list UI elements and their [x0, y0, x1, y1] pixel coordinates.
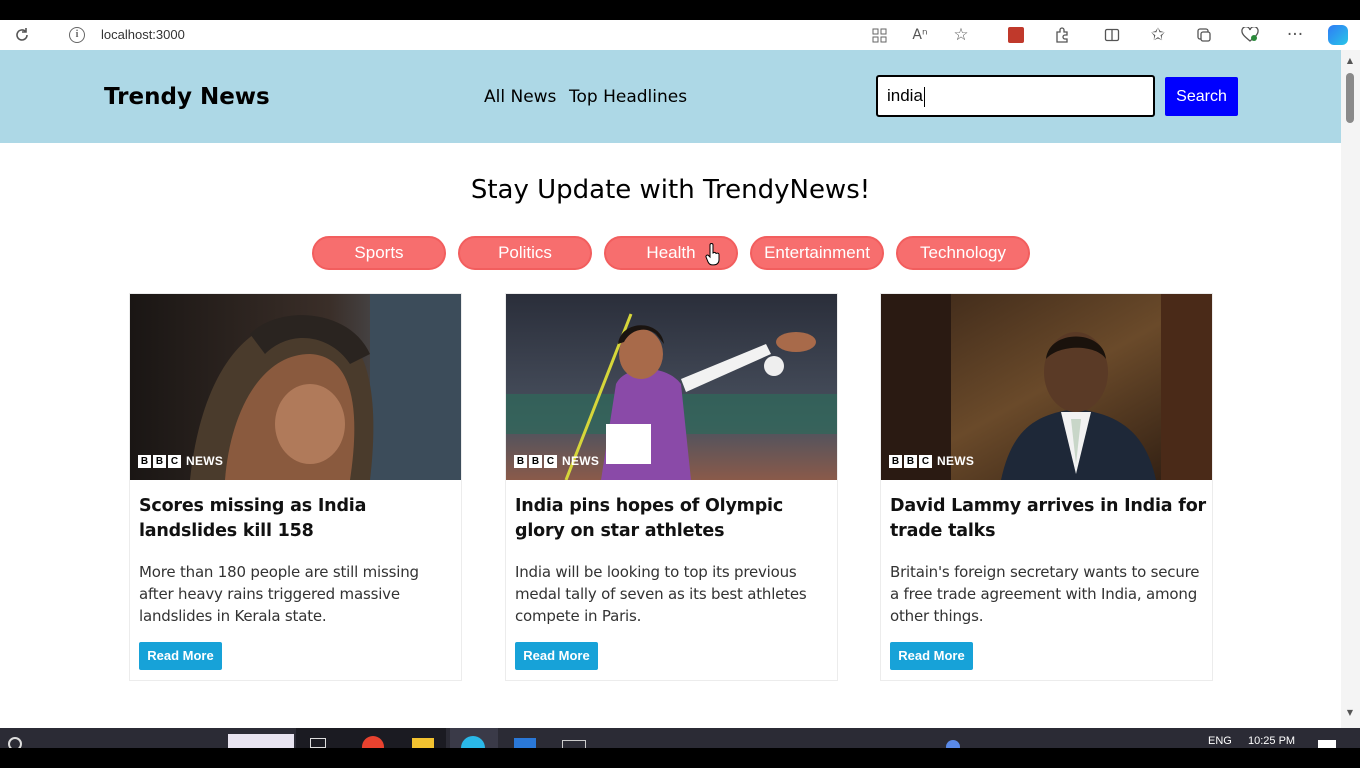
category-politics[interactable]: Politics	[458, 236, 592, 270]
news-card: B B C NEWS India pins hopes of Olympic glor…	[505, 293, 838, 681]
category-technology[interactable]: Technology	[896, 236, 1030, 270]
hand-cursor-icon	[705, 243, 720, 266]
scroll-thumb[interactable]	[1346, 73, 1354, 123]
copilot-icon[interactable]	[1324, 20, 1352, 50]
news-image-lammy[interactable]: B B C NEWS	[881, 294, 1212, 480]
bbc-news-logo: B B C NEWS	[514, 454, 599, 468]
card-description: Britain's foreign secretary wants to sec…	[890, 563, 1200, 625]
search-input[interactable]: india	[876, 75, 1155, 117]
news-image-javelin[interactable]: B B C NEWS	[506, 294, 837, 480]
read-more-button[interactable]: Read More	[515, 642, 598, 670]
reload-icon[interactable]	[8, 20, 36, 50]
search-input-value: india	[887, 86, 923, 105]
language-indicator[interactable]: ENG	[1208, 735, 1232, 747]
task-view-icon[interactable]	[310, 738, 326, 748]
category-sports[interactable]: Sports	[312, 236, 446, 270]
terminal-icon[interactable]	[562, 740, 586, 748]
weather-icon[interactable]	[946, 740, 960, 748]
search-icon[interactable]	[8, 737, 22, 748]
search-button[interactable]: Search	[1165, 77, 1238, 116]
news-card: B B C NEWS David Lammy arrives in India for…	[880, 293, 1213, 681]
card-description: India will be looking to top its previou…	[515, 563, 807, 625]
vscode-icon[interactable]	[514, 738, 536, 748]
app-available-icon[interactable]	[865, 20, 893, 50]
scroll-down-arrow-icon[interactable]: ▼	[1344, 708, 1356, 717]
read-more-button[interactable]: Read More	[890, 642, 973, 670]
browser-toolbar: i localhost:3000 Aⁿ ☆ ✩ ···	[0, 20, 1360, 50]
split-screen-icon[interactable]	[1098, 20, 1126, 50]
brand-logo[interactable]: Trendy News	[104, 84, 270, 110]
navbar: Trendy News All News Top Headlines india…	[0, 50, 1341, 143]
page-viewport: Trendy News All News Top Headlines india…	[0, 50, 1341, 728]
extensions-icon[interactable]	[1048, 20, 1076, 50]
more-menu-icon[interactable]: ···	[1281, 20, 1309, 50]
address-bar[interactable]: localhost:3000	[101, 20, 185, 50]
card-description: More than 180 people are still missing a…	[139, 563, 419, 625]
site-info-icon[interactable]: i	[63, 20, 91, 50]
card-title: India pins hopes of Olympic glory on sta…	[515, 496, 784, 541]
category-entertainment[interactable]: Entertainment	[750, 236, 884, 270]
read-more-button[interactable]: Read More	[139, 642, 222, 670]
scroll-up-arrow-icon[interactable]: ▲	[1344, 56, 1356, 65]
nav-top-headlines[interactable]: Top Headlines	[569, 87, 687, 107]
page-heading: Stay Update with TrendyNews!	[470, 175, 871, 205]
card-title: David Lammy arrives in India for trade t…	[890, 496, 1206, 541]
windows-taskbar: ENG 10:25 PM	[0, 728, 1360, 748]
screen: i localhost:3000 Aⁿ ☆ ✩ ··· Trendy News …	[0, 0, 1360, 768]
favorite-star-icon[interactable]: ☆	[947, 20, 975, 50]
file-explorer-icon[interactable]	[412, 738, 434, 748]
page-scrollbar[interactable]: ▲ ▼	[1341, 50, 1360, 728]
browser-essentials-icon[interactable]	[1236, 20, 1264, 50]
text-caret	[923, 86, 925, 107]
bbc-news-logo: B B C NEWS	[889, 454, 974, 468]
clock[interactable]: 10:25 PM	[1248, 735, 1295, 747]
read-aloud-icon[interactable]: Aⁿ	[906, 20, 934, 50]
taskbar-widget[interactable]	[228, 734, 294, 748]
news-image-landslide[interactable]: B B C NEWS	[130, 294, 461, 480]
favorites-icon[interactable]: ✩	[1144, 20, 1172, 50]
bbc-news-logo: B B C NEWS	[138, 454, 223, 468]
extension-red-icon[interactable]	[1002, 20, 1030, 50]
card-title: Scores missing as India landslides kill …	[139, 496, 367, 541]
nav-all-news[interactable]: All News	[484, 87, 556, 107]
collections-icon[interactable]	[1190, 20, 1218, 50]
news-card: B B C NEWS Scores missing as India landslid…	[129, 293, 462, 681]
notification-icon[interactable]	[1318, 740, 1336, 748]
